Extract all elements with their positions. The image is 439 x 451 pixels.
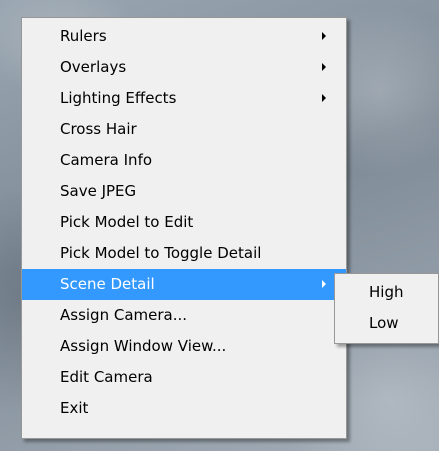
menu-item-label: Edit Camera — [60, 368, 153, 386]
submenu-arrow-icon — [322, 63, 326, 71]
menu-item-label: Rulers — [60, 27, 107, 45]
submenu-arrow-icon — [322, 280, 326, 288]
menu-item-label: Overlays — [60, 58, 127, 76]
menu-item-scene-detail[interactable]: Scene Detail — [22, 269, 346, 300]
submenu-item-low[interactable]: Low — [335, 308, 438, 339]
menu-item-label: Cross Hair — [60, 120, 137, 138]
menu-item-camera-info[interactable]: Camera Info — [22, 145, 346, 176]
menu-item-pick-model-to-edit[interactable]: Pick Model to Edit — [22, 207, 346, 238]
menu-item-pick-model-to-toggle-detail[interactable]: Pick Model to Toggle Detail — [22, 238, 346, 269]
menu-item-label: Camera Info — [60, 151, 153, 169]
submenu-item-label: Low — [369, 314, 399, 332]
context-menu: Rulers Overlays Lighting Effects Cross H… — [21, 17, 347, 439]
menu-item-rulers[interactable]: Rulers — [22, 21, 346, 52]
submenu-arrow-icon — [322, 94, 326, 102]
menu-item-save-jpeg[interactable]: Save JPEG — [22, 176, 346, 207]
submenu-arrow-icon — [322, 32, 326, 40]
menu-item-label: Save JPEG — [60, 182, 137, 200]
menu-item-label: Pick Model to Toggle Detail — [60, 244, 262, 262]
menu-item-lighting-effects[interactable]: Lighting Effects — [22, 83, 346, 114]
menu-item-label: Assign Window View... — [60, 337, 227, 355]
submenu-item-label: High — [369, 283, 404, 301]
menu-item-exit[interactable]: Exit — [22, 393, 346, 424]
menu-item-overlays[interactable]: Overlays — [22, 52, 346, 83]
submenu-item-high[interactable]: High — [335, 277, 438, 308]
menu-item-cross-hair[interactable]: Cross Hair — [22, 114, 346, 145]
menu-item-assign-camera[interactable]: Assign Camera... — [22, 300, 346, 331]
menu-item-label: Assign Camera... — [60, 306, 188, 324]
scene-detail-submenu: High Low — [334, 273, 439, 344]
menu-item-label: Pick Model to Edit — [60, 213, 194, 231]
menu-item-label: Exit — [60, 399, 89, 417]
menu-item-edit-camera[interactable]: Edit Camera — [22, 362, 346, 393]
menu-item-assign-window-view[interactable]: Assign Window View... — [22, 331, 346, 362]
menu-item-label: Lighting Effects — [60, 89, 177, 107]
menu-item-label: Scene Detail — [60, 275, 155, 293]
